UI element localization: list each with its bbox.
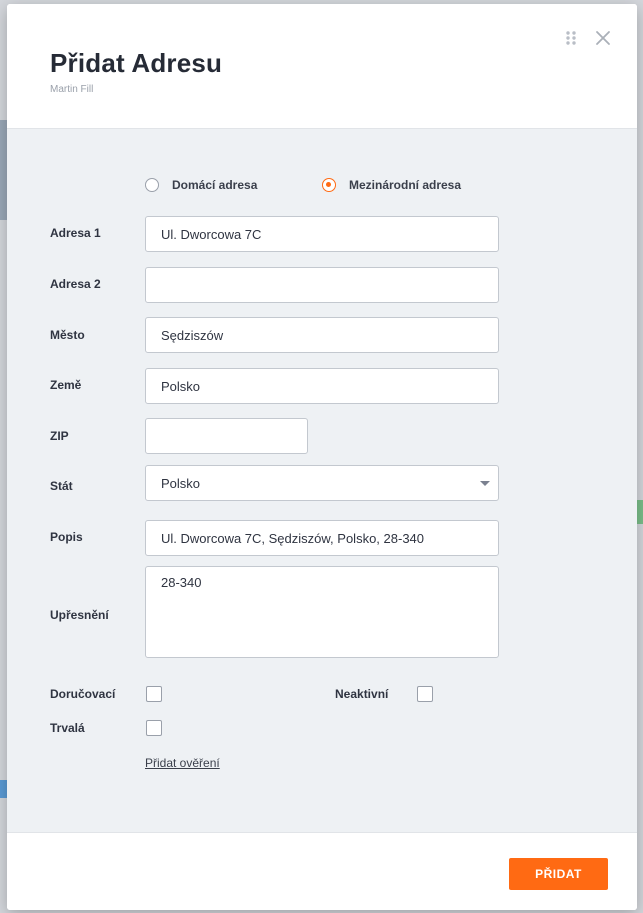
modal-subtitle: Martin Fill xyxy=(50,84,94,95)
permanent-checkbox[interactable] xyxy=(146,720,162,736)
inactive-checkbox[interactable] xyxy=(417,686,433,702)
modal-title: Přidat Adresu xyxy=(50,48,223,78)
delivery-checkbox[interactable] xyxy=(146,686,162,702)
detail-label: Upřesnění xyxy=(50,608,109,622)
state-select[interactable]: Polsko xyxy=(145,465,499,501)
state-label: Stát xyxy=(50,479,73,493)
modal-footer: PŘIDAT xyxy=(7,832,637,910)
modal-header: Přidat Adresu Martin Fill xyxy=(7,4,637,129)
delivery-label: Doručovací xyxy=(50,687,116,701)
radio-domestic-address[interactable]: Domácí adresa xyxy=(145,178,257,192)
state-select-value: Polsko xyxy=(161,476,201,491)
detail-textarea[interactable]: 28-340 xyxy=(145,566,499,658)
address2-input[interactable] xyxy=(145,267,499,303)
close-icon[interactable] xyxy=(595,30,611,46)
chevron-down-icon xyxy=(480,481,490,486)
background-panel-left xyxy=(0,120,7,220)
radio-domestic-label: Domácí adresa xyxy=(172,178,258,192)
modal-body: Domácí adresa Mezinárodní adresa Adresa … xyxy=(7,129,637,832)
background-tag-left xyxy=(0,780,7,798)
address2-label: Adresa 2 xyxy=(50,277,101,291)
city-label: Město xyxy=(50,328,85,342)
country-input[interactable] xyxy=(145,368,499,404)
zip-label: ZIP xyxy=(50,429,69,443)
radio-international-address[interactable]: Mezinárodní adresa xyxy=(322,178,461,192)
radio-international-circle[interactable] xyxy=(322,178,336,192)
permanent-label: Trvalá xyxy=(50,721,85,735)
address1-label: Adresa 1 xyxy=(50,226,101,240)
drag-handle-icon[interactable] xyxy=(565,30,577,46)
add-verification-link[interactable]: Přidat ověření xyxy=(145,756,220,770)
add-button[interactable]: PŘIDAT xyxy=(509,858,608,890)
background-tag-right xyxy=(637,500,643,524)
add-address-modal: Přidat Adresu Martin Fill Domácí adresa … xyxy=(7,4,637,910)
inactive-label: Neaktivní xyxy=(335,687,389,701)
zip-input[interactable] xyxy=(145,418,308,454)
description-label: Popis xyxy=(50,530,83,544)
address1-input[interactable] xyxy=(145,216,499,252)
radio-domestic-circle[interactable] xyxy=(145,178,159,192)
city-input[interactable] xyxy=(145,317,499,353)
description-input[interactable] xyxy=(145,520,499,556)
radio-international-label: Mezinárodní adresa xyxy=(349,178,462,192)
country-label: Země xyxy=(50,378,82,392)
